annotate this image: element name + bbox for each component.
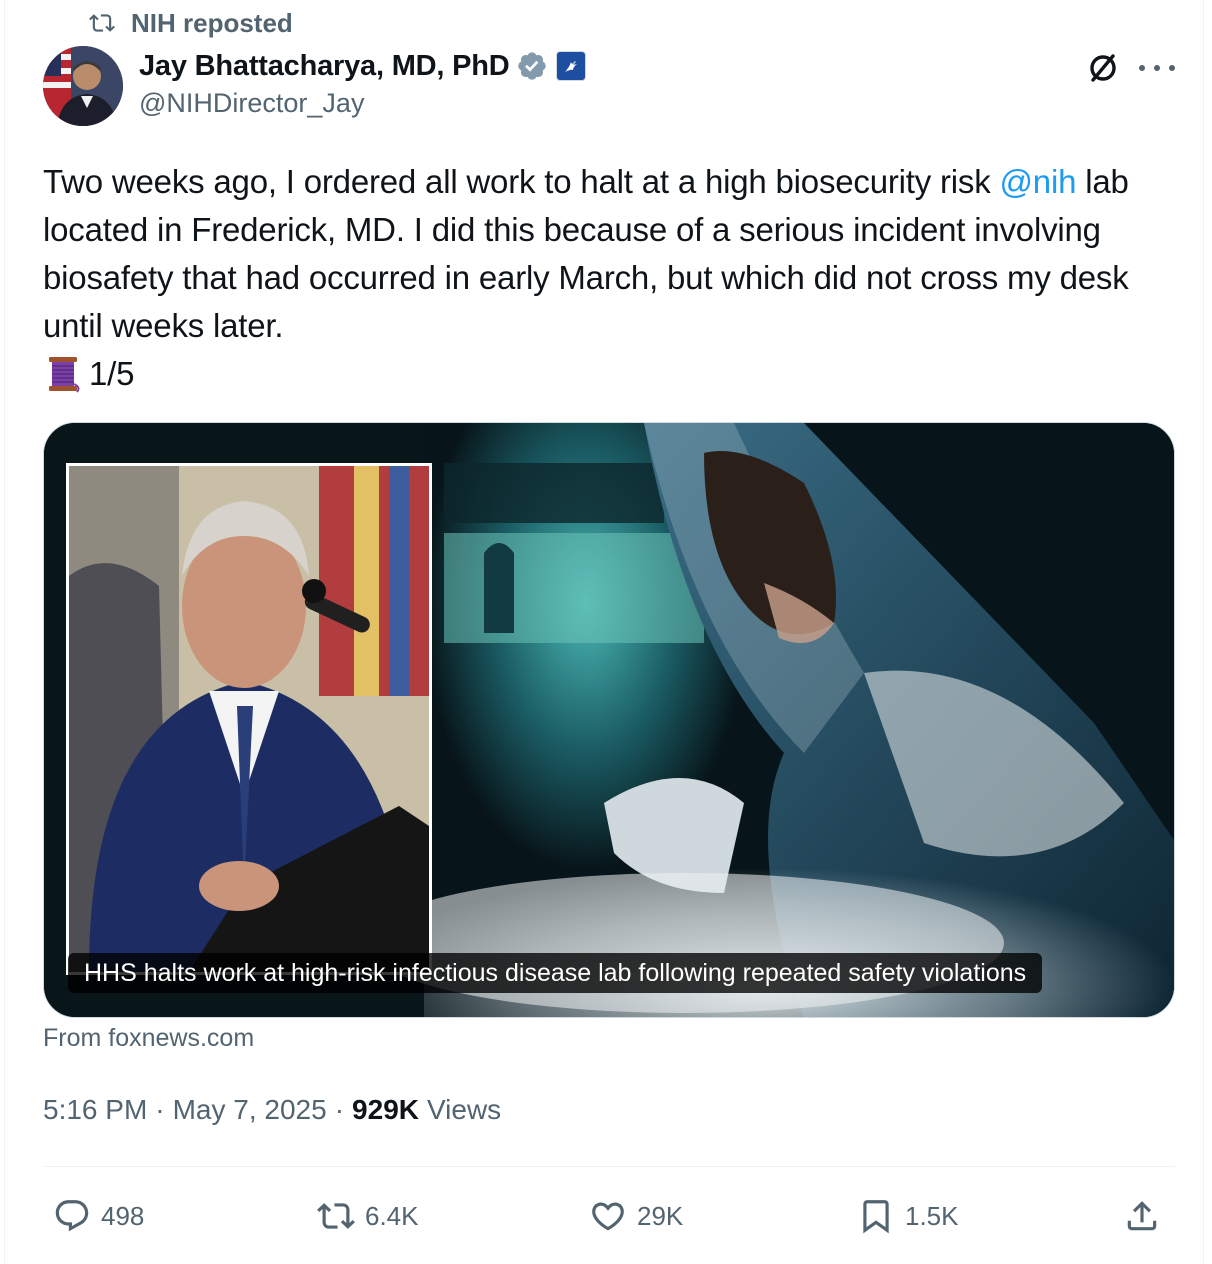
tweet-container: NIH reposted Jay Bhattacharya, MD, PhD @… xyxy=(4,0,1204,1264)
grok-icon[interactable] xyxy=(1085,50,1121,86)
tweet-date[interactable]: May 7, 2025 xyxy=(173,1094,327,1126)
repost-label: NIH reposted xyxy=(131,7,293,38)
article-inset-photo xyxy=(66,463,432,975)
share-button[interactable] xyxy=(1123,1190,1171,1242)
tweet-meta: 5:16 PM · May 7, 2025 · 929K Views xyxy=(43,1094,501,1126)
views-count[interactable]: 929K xyxy=(352,1094,419,1126)
affiliation-badge-icon[interactable] xyxy=(555,51,586,81)
views-label[interactable]: Views xyxy=(427,1094,501,1126)
repost-count: 6.4K xyxy=(365,1200,419,1231)
verified-badge-icon[interactable] xyxy=(516,50,548,82)
reply-count: 498 xyxy=(101,1200,145,1231)
divider xyxy=(43,1166,1175,1167)
tweet-time[interactable]: 5:16 PM xyxy=(43,1094,147,1126)
share-icon xyxy=(1127,1201,1157,1231)
retweet-icon xyxy=(317,1203,355,1229)
bookmark-button[interactable]: 1.5K xyxy=(857,1190,959,1242)
bookmark-count: 1.5K xyxy=(905,1200,959,1231)
link-card[interactable]: HHS halts work at high-risk infectious d… xyxy=(43,422,1175,1018)
thread-count: 1/5 xyxy=(89,355,135,392)
tweet-text: Two weeks ago, I ordered all work to hal… xyxy=(43,158,1183,398)
tweet-text-part-1: Two weeks ago, I ordered all work to hal… xyxy=(43,163,1000,200)
meta-separator: · xyxy=(334,1094,345,1125)
link-source[interactable]: From foxnews.com xyxy=(43,1024,254,1053)
author-display-name[interactable]: Jay Bhattacharya, MD, PhD xyxy=(139,50,510,83)
like-button[interactable]: 29K xyxy=(589,1190,683,1242)
link-card-caption: HHS halts work at high-risk infectious d… xyxy=(68,953,1043,993)
more-icon[interactable] xyxy=(1139,54,1175,82)
meta-separator: · xyxy=(155,1094,165,1125)
action-bar: 498 6.4K 29K 1.5K xyxy=(43,1190,1175,1242)
author-handle[interactable]: @NIHDirector_Jay xyxy=(139,88,364,119)
reply-button[interactable]: 498 xyxy=(53,1190,144,1242)
repost-icon xyxy=(89,14,115,32)
avatar[interactable] xyxy=(43,46,123,126)
bookmark-icon xyxy=(863,1200,889,1234)
like-count: 29K xyxy=(637,1200,684,1231)
avatar-image xyxy=(43,46,123,126)
reply-icon xyxy=(55,1200,89,1232)
repost-button[interactable]: 6.4K xyxy=(317,1190,419,1242)
mention-link[interactable]: @nih xyxy=(1000,163,1077,200)
spool-emoji-icon xyxy=(49,357,80,393)
repost-context[interactable]: NIH reposted xyxy=(89,6,293,40)
hhs-eagle-icon xyxy=(564,61,577,72)
like-icon xyxy=(592,1202,624,1231)
